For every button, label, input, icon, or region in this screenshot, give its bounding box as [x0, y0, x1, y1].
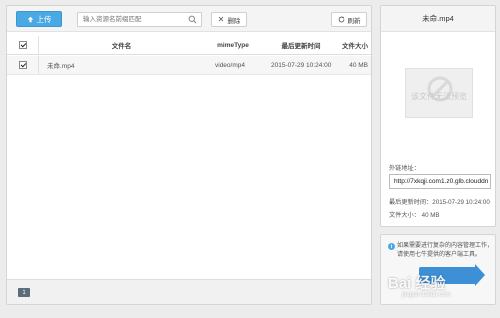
upload-arrow-icon: [27, 16, 33, 22]
row-select-cell: [7, 56, 39, 74]
client-tool-info: i 如果需要进行复杂的内容管理工作，请使用七牛提供的客户端工具。: [380, 234, 496, 305]
search-box: [77, 12, 202, 27]
close-icon: ✕: [217, 15, 225, 24]
upload-label: 上传: [36, 14, 52, 24]
column-header-size[interactable]: 文件大小: [340, 36, 371, 54]
row-mimetype: video/mp4: [215, 61, 245, 69]
file-list-panel: 上传 ✕ 删除 刷新 文件名 mimeType 最后更新时间 文件大小 未命.m…: [6, 5, 372, 305]
detail-title: 未命.mp4: [381, 6, 495, 32]
row-size: 40 MB: [349, 61, 368, 69]
table-row[interactable]: 未命.mp4 video/mp4 2015-07-29 10:24:00 40 …: [7, 56, 371, 75]
delete-label: 删除: [227, 17, 241, 25]
file-size-label: 文件大小： 40 MB: [389, 212, 440, 219]
pagination-bar: 1: [7, 279, 371, 304]
row-updated: 2015-07-29 10:24:00: [271, 61, 332, 69]
search-icon[interactable]: [188, 15, 197, 24]
file-detail-panel: 未命.mp4 该文件无法预览 外链地址： http://7xkqji.com1.…: [380, 5, 496, 227]
table-header: 文件名 mimeType 最后更新时间 文件大小: [7, 36, 371, 55]
upload-button[interactable]: 上传: [16, 11, 62, 27]
preview-text: 该文件无法预览: [411, 92, 467, 101]
column-header-updated[interactable]: 最后更新时间: [262, 36, 340, 54]
refresh-icon: [338, 16, 344, 23]
row-checkbox[interactable]: [18, 61, 27, 69]
refresh-label: 刷新: [347, 17, 361, 25]
info-icon: i: [388, 243, 395, 250]
url-field[interactable]: http://7xkqji.com1.z0.glb.clouddn: [389, 174, 491, 189]
column-header-mimetype[interactable]: mimeType: [204, 36, 262, 54]
url-label: 外链地址：: [389, 165, 420, 172]
select-all-checkbox[interactable]: [18, 41, 27, 49]
client-download-button[interactable]: [419, 264, 485, 286]
delete-button[interactable]: ✕ 删除: [211, 12, 247, 27]
column-header-filename[interactable]: 文件名: [39, 36, 204, 54]
preview-placeholder: 该文件无法预览: [405, 68, 473, 118]
row-filename: 未命.mp4: [47, 63, 75, 70]
search-input[interactable]: [78, 13, 186, 26]
page-number-button[interactable]: 1: [18, 288, 30, 297]
refresh-button[interactable]: 刷新: [331, 12, 367, 27]
toolbar: 上传 ✕ 删除 刷新: [7, 6, 371, 32]
updated-time-label: 最后更新时间：2015-07-29 10:24:00: [389, 199, 490, 206]
select-all-cell: [7, 36, 39, 54]
info-text: 如果需要进行复杂的内容管理工作，请使用七牛提供的客户端工具。: [397, 243, 494, 258]
